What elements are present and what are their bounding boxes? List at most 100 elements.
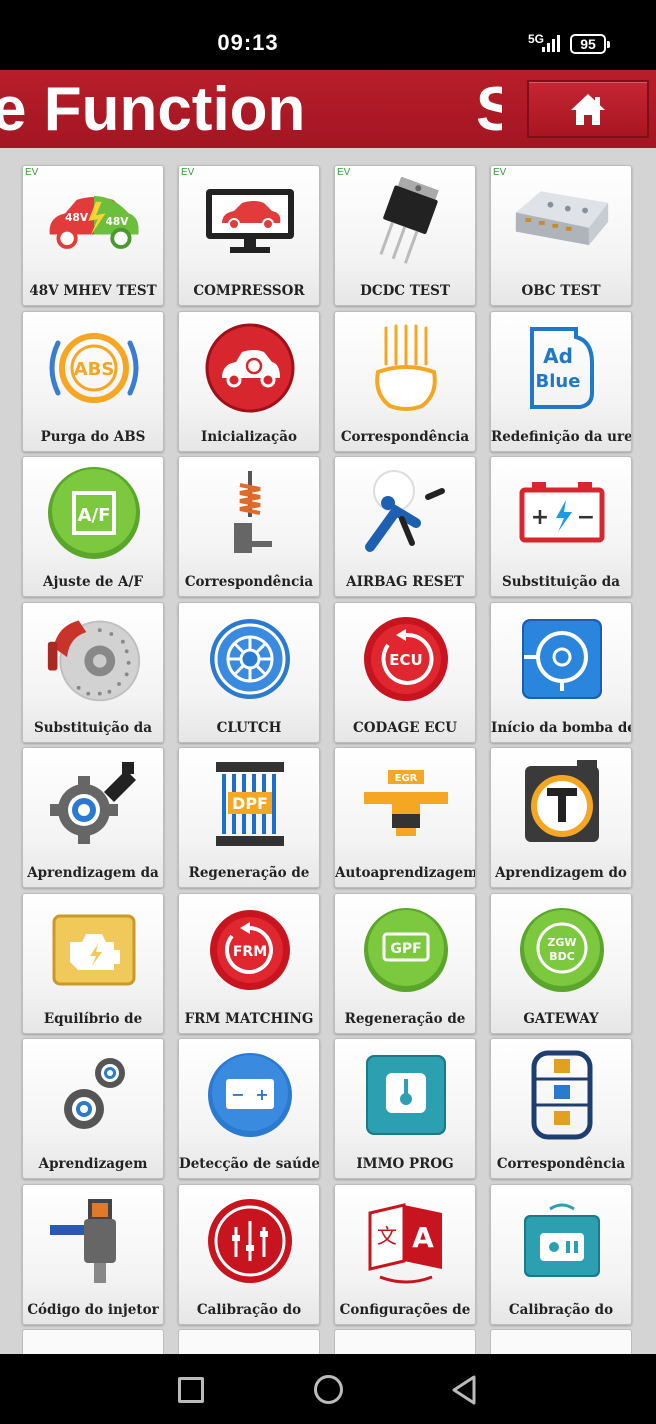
gpf-icon: GPF — [356, 904, 456, 996]
function-tile[interactable]: AIRBAG RESET — [334, 456, 476, 597]
function-tile[interactable]: DPF Regeneração de — [178, 747, 320, 888]
function-tile[interactable]: Correspondência — [334, 310, 476, 452]
svg-text:+: + — [255, 1085, 268, 1104]
svg-text:DPF: DPF — [232, 794, 268, 813]
function-tile[interactable]: IMMO PROG — [334, 1038, 476, 1179]
function-tile[interactable]: ABS Purga do ABS — [22, 310, 164, 452]
svg-text:EGR: EGR — [395, 773, 418, 784]
ev-badge: EV — [493, 167, 507, 178]
svg-text:A: A — [412, 1221, 434, 1254]
tile-label: GATEWAY — [523, 1010, 599, 1027]
tile-label: Aprendizagem — [38, 1156, 148, 1172]
charger-module-icon — [512, 176, 612, 268]
seat-lock-icon — [512, 1049, 612, 1141]
function-tile[interactable]: A 文 Configurações de — [334, 1183, 476, 1325]
tile-label: OBC TEST — [521, 283, 601, 299]
svg-text:FRM: FRM — [233, 944, 267, 960]
monitor-car-icon — [200, 176, 300, 268]
svg-text:−: − — [231, 1085, 244, 1104]
function-tile[interactable]: Aprendizagem do — [490, 747, 632, 888]
tile-label: Detecção de saúde — [179, 1156, 319, 1172]
function-tile[interactable]: GPF Regeneração de — [334, 892, 476, 1034]
status-time: 09:13 — [217, 30, 279, 55]
svg-text:48V: 48V — [65, 212, 89, 224]
function-tile[interactable]: Equilíbrio de — [22, 892, 164, 1034]
page-title: e Function — [0, 75, 306, 144]
function-tile[interactable]: EV OBC TEST — [490, 165, 632, 306]
function-tile[interactable]: Correspondência — [178, 456, 320, 597]
function-tile[interactable]: Correspondência — [490, 1038, 632, 1179]
tile-label: Calibração do — [508, 1301, 614, 1318]
function-tile[interactable]: ZGW BDC GATEWAY — [490, 892, 632, 1034]
function-tile[interactable]: Substituição da — [22, 601, 164, 743]
function-tile[interactable]: EV DCDC TEST — [334, 165, 476, 306]
battery-indicator: 95 — [570, 34, 610, 54]
adblue-icon: Ad Blue — [512, 322, 612, 414]
throttle-icon — [512, 758, 612, 850]
function-tile[interactable]: − + Detecção de saúde — [178, 1038, 320, 1179]
tile-label: Redefinição da ureia — [491, 428, 631, 445]
radar-sensor-icon — [512, 1195, 612, 1287]
function-tile[interactable]: Aprendizagem — [22, 1038, 164, 1179]
gateway-icon: ZGW BDC — [512, 904, 612, 996]
abs-icon: ABS — [44, 322, 144, 414]
dpf-icon: DPF — [200, 758, 300, 850]
tile-label: Aprendizagem da — [27, 865, 159, 881]
tile-label: Ajuste de A/F — [42, 574, 144, 590]
tile-label: CLUTCH — [216, 719, 282, 736]
function-tile[interactable]: Inicialização — [178, 310, 320, 452]
tile-label: FRM MATCHING — [184, 1010, 314, 1027]
svg-text:GPF: GPF — [390, 941, 421, 957]
svg-text:文: 文 — [377, 1224, 397, 1248]
function-tile[interactable]: + − Substituição da — [490, 456, 632, 597]
back-button[interactable] — [450, 1374, 478, 1406]
tile-label: Purga do ABS — [40, 428, 146, 445]
function-tile[interactable]: CLUTCH — [178, 601, 320, 743]
status-bar: 09:13 5G 95 — [0, 0, 656, 70]
function-tile-partial[interactable] — [334, 1329, 476, 1354]
clutch-icon — [200, 613, 300, 705]
tile-label: CODAGE ECU — [352, 719, 457, 736]
function-tile[interactable]: A/F Ajuste de A/F — [22, 456, 164, 597]
egr-icon: EGR — [356, 758, 456, 850]
ev-badge: EV — [337, 167, 351, 178]
svg-text:ABS: ABS — [74, 359, 115, 380]
svg-text:−: − — [577, 505, 595, 530]
function-tile[interactable]: EV COMPRESSOR — [178, 165, 320, 306]
function-tile[interactable]: ECU CODAGE ECU — [334, 601, 476, 743]
function-tile-partial[interactable] — [22, 1329, 164, 1354]
function-tile[interactable]: Ad Blue Redefinição da ureia — [490, 310, 632, 452]
function-tile[interactable]: FRM FRM MATCHING — [178, 892, 320, 1034]
tile-label: Regeneração de — [188, 865, 310, 881]
svg-text:Ad: Ad — [543, 344, 573, 368]
tile-label: Início da bomba de — [491, 719, 631, 736]
function-tile-partial[interactable] — [178, 1329, 320, 1354]
function-tile[interactable]: Calibração do — [490, 1183, 632, 1325]
gears-icon — [44, 1049, 144, 1141]
airbag-icon — [356, 467, 456, 559]
svg-text:A/F: A/F — [78, 505, 111, 526]
tile-label: Inicialização — [201, 428, 297, 445]
car-reset-icon — [200, 322, 300, 414]
home-button[interactable] — [527, 80, 649, 138]
function-tile[interactable]: Aprendizagem da — [22, 747, 164, 888]
function-tile-partial[interactable] — [490, 1329, 632, 1354]
ecu-icon: ECU — [356, 613, 456, 705]
tile-label: Correspondência — [496, 1156, 626, 1172]
function-tile[interactable]: EGR Autoaprendizagem — [334, 747, 476, 888]
tile-label: COMPRESSOR — [193, 283, 305, 299]
function-tile[interactable]: Código do injetor — [22, 1183, 164, 1325]
brake-disc-icon — [44, 613, 144, 705]
svg-text:ZGW: ZGW — [547, 936, 576, 949]
svg-text:ECU: ECU — [389, 651, 422, 669]
recent-apps-button[interactable] — [178, 1377, 204, 1403]
ev-badge: EV — [25, 167, 39, 178]
page-header: e Function S — [0, 70, 656, 148]
function-tile[interactable]: Calibração do — [178, 1183, 320, 1325]
page-title-tail: S — [476, 75, 502, 144]
function-tile[interactable]: Início da bomba de — [490, 601, 632, 743]
nav-home-button[interactable] — [314, 1375, 343, 1404]
pump-icon — [512, 613, 612, 705]
svg-text:+: + — [531, 505, 549, 530]
function-tile[interactable]: EV 48V 48V 48V MHEV TEST — [22, 165, 164, 306]
